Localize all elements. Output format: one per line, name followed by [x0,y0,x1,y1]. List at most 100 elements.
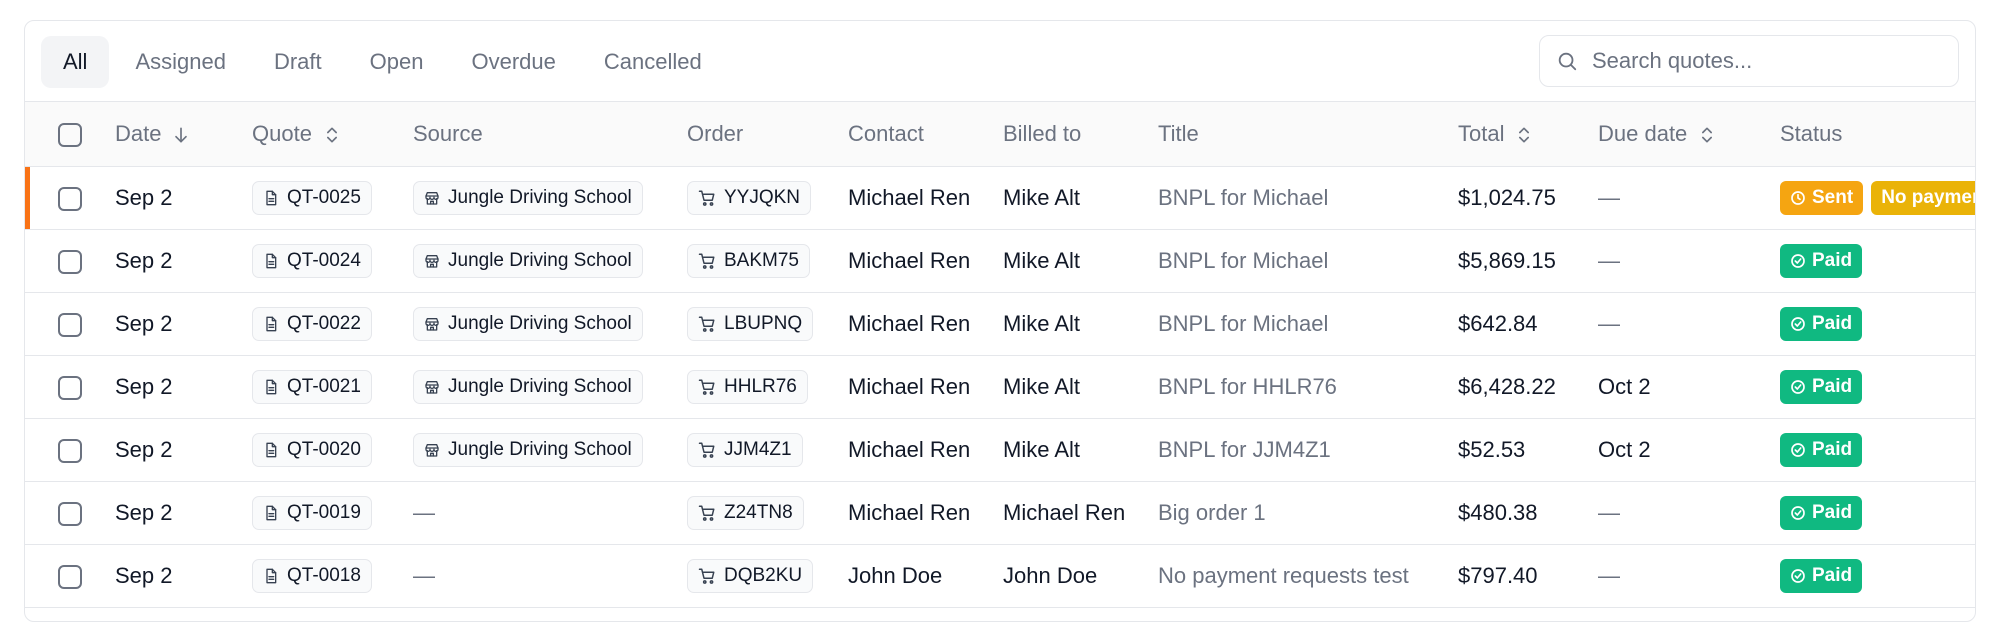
date-cell: Sep 2 [115,247,173,273]
order-chip[interactable]: BAKM75 [687,243,810,278]
search-input[interactable] [1590,47,1934,75]
table-row[interactable]: Sep 2 QT-0024 Jungle Driving School BAKM… [25,229,1975,292]
document-icon [266,379,277,394]
due-date-cell: — [1598,184,1620,210]
check-circle-icon [1791,442,1805,457]
row-checkbox[interactable] [58,249,82,274]
title-cell: Big order 1 [1158,499,1266,525]
table-row[interactable]: Sep 2 QT-0021 Jungle Driving School HHLR… [25,355,1975,418]
quote-number: QT-0018 [287,564,361,586]
row-checkbox[interactable] [58,501,82,526]
tab-all[interactable]: All [41,36,110,88]
status-badge: Paid [1780,369,1863,404]
document-icon [266,190,277,205]
status-badge: Sent [1780,180,1864,215]
document-icon [266,505,277,520]
tab-overdue[interactable]: Overdue [449,36,577,88]
order-code: BAKM75 [724,249,799,271]
quote-chip[interactable]: QT-0019 [252,495,372,530]
row-checkbox[interactable] [58,438,82,463]
date-cell: Sep 2 [115,436,173,462]
order-chip[interactable]: JJM4Z1 [687,432,803,467]
contact-cell: Michael Ren [848,310,971,336]
column-header-quote[interactable]: Quote [252,102,413,167]
table-row[interactable]: Sep 2 QT-0025 Jungle Driving School YYJQ… [25,166,1975,229]
billed-to-cell: Mike Alt [1003,310,1081,336]
source-label: Jungle Driving School [448,249,632,271]
order-code: LBUPNQ [724,312,803,334]
contact-cell: Michael Ren [848,373,971,399]
status-badge: Paid [1780,306,1863,341]
column-header-total[interactable]: Total [1458,102,1598,167]
order-chip[interactable]: Z24TN8 [687,495,804,530]
contact-cell: John Doe [848,562,943,588]
search-box[interactable] [1539,35,1959,87]
quote-chip[interactable]: QT-0018 [252,558,372,593]
source-label: Jungle Driving School [448,438,632,460]
tab-open[interactable]: Open [348,36,446,88]
contact-cell: Michael Ren [848,436,971,462]
check-circle-icon [1791,379,1805,394]
filter-tabs: All Assigned Draft Open Overdue Cancelled [41,36,724,88]
document-icon [266,568,277,583]
title-cell: BNPL for Michael [1158,310,1329,336]
source-chip[interactable]: Jungle Driving School [413,369,643,404]
contact-cell: Michael Ren [848,247,971,273]
status-badge: Paid [1780,243,1863,278]
total-cell: $642.84 [1458,310,1538,336]
order-code: HHLR76 [724,375,797,397]
row-checkbox[interactable] [58,186,82,211]
order-code: JJM4Z1 [724,438,792,460]
date-cell: Sep 2 [115,310,173,336]
source-chip[interactable]: Jungle Driving School [413,306,643,341]
column-header-due-date[interactable]: Due date [1598,102,1780,167]
title-cell: BNPL for Michael [1158,184,1329,210]
source-empty: — [413,499,435,525]
cart-icon [698,190,715,206]
billed-to-cell: Mike Alt [1003,373,1081,399]
source-chip[interactable]: Jungle Driving School [413,180,643,215]
order-code: YYJQKN [724,186,801,208]
row-checkbox[interactable] [58,312,82,337]
cart-icon [698,253,715,269]
column-header-date[interactable]: Date [115,102,252,167]
quote-chip[interactable]: QT-0020 [252,432,372,467]
billed-to-cell: Mike Alt [1003,184,1081,210]
date-cell: Sep 2 [115,499,173,525]
due-date-cell: Oct 2 [1598,436,1651,462]
table-row[interactable]: Sep 2 QT-0020 Jungle Driving School JJM4… [25,418,1975,481]
order-chip[interactable]: LBUPNQ [687,306,814,341]
order-chip[interactable]: DQB2KU [687,558,814,593]
column-header-contact: Contact [848,102,1003,167]
order-chip[interactable]: YYJQKN [687,180,812,215]
table-row[interactable]: Sep 2 QT-0018 — DQB2KU John Doe John Doe… [25,544,1975,607]
select-all-checkbox[interactable] [58,122,82,147]
quote-chip[interactable]: QT-0021 [252,369,372,404]
date-cell: Sep 2 [115,373,173,399]
tab-assigned[interactable]: Assigned [113,36,248,88]
total-cell: $6,428.22 [1458,373,1556,399]
quote-number: QT-0021 [287,375,361,397]
table-row[interactable]: Sep 2 QT-0019 — Z24TN8 Michael Ren Micha… [25,481,1975,544]
source-chip[interactable]: Jungle Driving School [413,432,643,467]
quote-chip[interactable]: QT-0025 [252,180,372,215]
contact-cell: Michael Ren [848,499,971,525]
tab-cancelled[interactable]: Cancelled [582,36,724,88]
document-icon [266,442,277,457]
tab-draft[interactable]: Draft [252,36,344,88]
order-code: DQB2KU [724,564,803,586]
row-checkbox[interactable] [58,564,82,589]
billed-to-cell: Mike Alt [1003,247,1081,273]
table-row[interactable]: Sep 2 QT-0022 Jungle Driving School LBUP… [25,292,1975,355]
total-cell: $1,024.75 [1458,184,1556,210]
quote-chip[interactable]: QT-0024 [252,243,372,278]
order-chip[interactable]: HHLR76 [687,369,808,404]
column-header-source: Source [413,102,687,167]
quote-chip[interactable]: QT-0022 [252,306,372,341]
due-date-cell: — [1598,310,1620,336]
date-cell: Sep 2 [115,184,173,210]
row-checkbox[interactable] [58,375,82,400]
source-chip[interactable]: Jungle Driving School [413,243,643,278]
title-cell: BNPL for HHLR76 [1158,373,1337,399]
date-cell: Sep 2 [115,562,173,588]
